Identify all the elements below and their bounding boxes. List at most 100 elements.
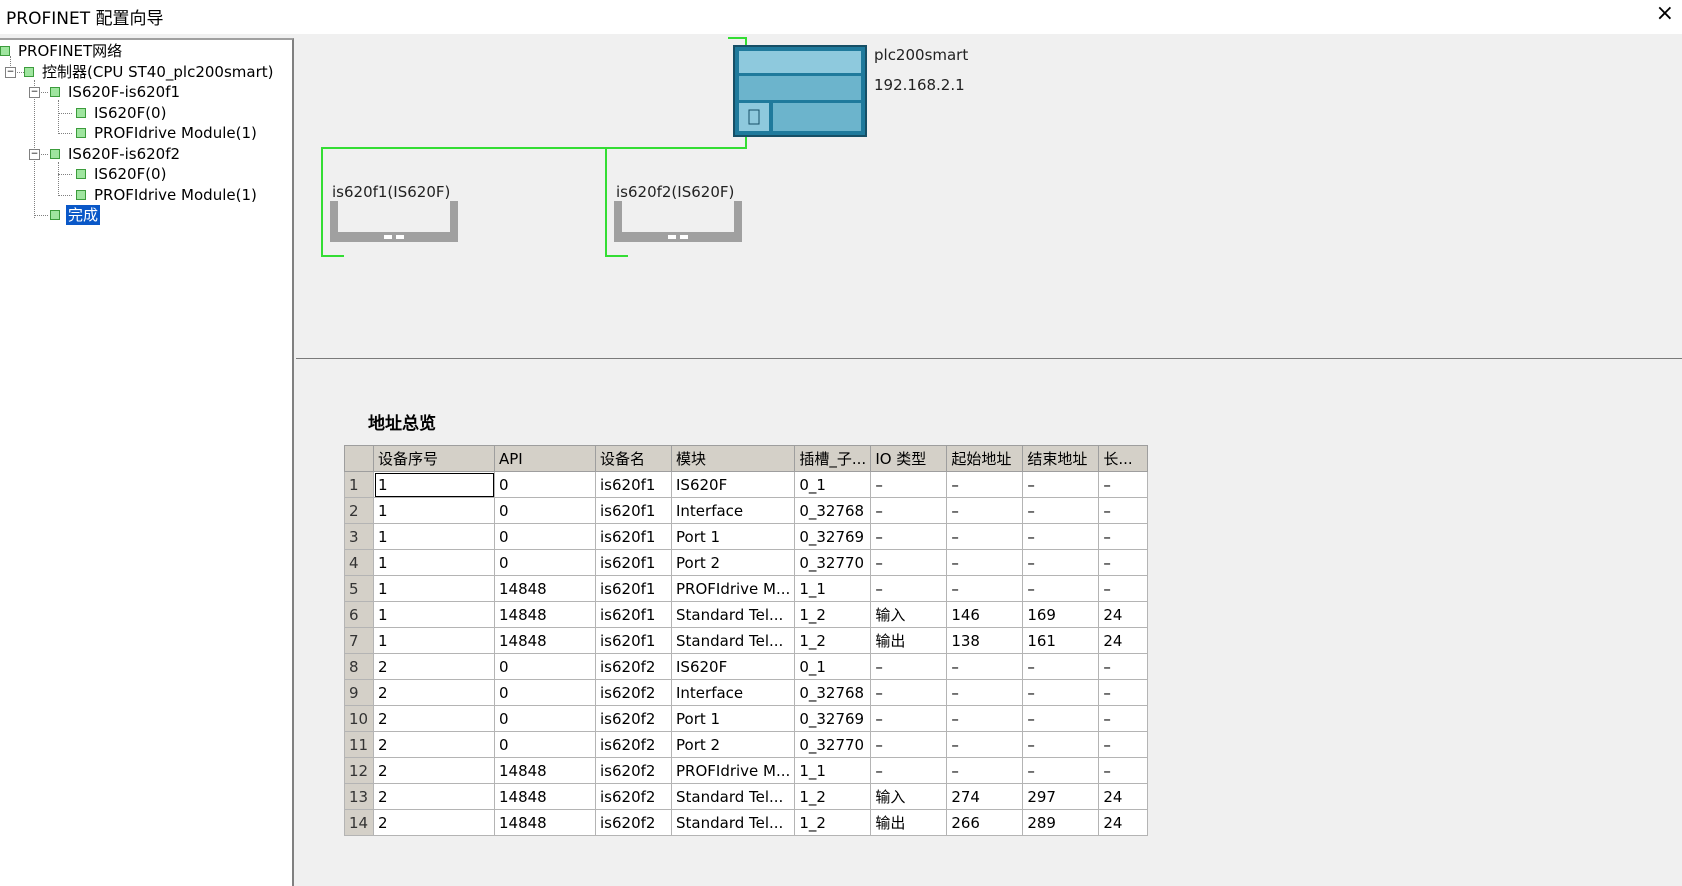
tree-item-is620f1-profidrive[interactable]: PROFIdrive Module(1): [76, 123, 259, 143]
table-cell[interactable]: is620f2: [595, 809, 672, 836]
table-cell[interactable]: 1: [373, 523, 495, 550]
table-cell[interactable]: 2: [373, 809, 495, 836]
table-cell[interactable]: –: [870, 679, 948, 706]
table-cell[interactable]: 266: [946, 809, 1024, 836]
table-cell[interactable]: 24: [1098, 809, 1149, 836]
row-header[interactable]: 7: [344, 627, 374, 654]
table-row[interactable]: 11 2 0 is620f2 Port 2 0_32770– – – –: [344, 731, 1149, 758]
table-cell[interactable]: 1_2: [794, 627, 872, 654]
column-header[interactable]: 设备名: [595, 445, 672, 472]
table-cell[interactable]: 0: [494, 705, 596, 732]
table-cell[interactable]: 297: [1022, 783, 1100, 810]
table-row[interactable]: 12 2 14848 is620f2 PROFIdrive M... 1_1– – – –: [344, 757, 1149, 784]
table-cell[interactable]: 0_32770: [794, 731, 872, 758]
table-cell[interactable]: 输入: [870, 601, 948, 628]
table-cell[interactable]: Standard Tel...: [670, 809, 796, 836]
table-cell[interactable]: –: [1022, 549, 1100, 576]
table-cell[interactable]: –: [946, 653, 1024, 680]
table-cell[interactable]: is620f1: [595, 549, 672, 576]
table-cell[interactable]: 1: [373, 575, 495, 602]
row-header[interactable]: 10: [344, 705, 374, 732]
table-cell[interactable]: 0: [494, 679, 596, 706]
table-cell[interactable]: 14848: [494, 601, 596, 628]
table-cell[interactable]: 1: [373, 627, 495, 654]
table-cell[interactable]: 146: [946, 601, 1024, 628]
table-row[interactable]: 13 2 14848 is620f2 Standard Tel... 1_2 输入 274 29…: [344, 783, 1149, 810]
table-cell[interactable]: –: [1022, 523, 1100, 550]
table-cell[interactable]: 2: [373, 757, 495, 784]
table-cell[interactable]: is620f1: [595, 471, 672, 498]
row-header[interactable]: 4: [344, 549, 374, 576]
table-cell[interactable]: is620f1: [595, 601, 672, 628]
table-cell[interactable]: 0_32770: [794, 549, 872, 576]
table-cell[interactable]: –: [870, 497, 948, 524]
device-is620f2[interactable]: [614, 201, 742, 242]
table-cell[interactable]: PROFIdrive M...: [670, 757, 796, 784]
table-cell[interactable]: 1: [373, 601, 495, 628]
table-cell[interactable]: –: [946, 471, 1024, 498]
table-cell[interactable]: IS620F: [670, 653, 796, 680]
column-header[interactable]: 插槽_子...: [794, 445, 872, 472]
table-cell[interactable]: Interface: [670, 679, 796, 706]
table-cell[interactable]: 0_1: [794, 471, 872, 498]
table-cell[interactable]: –: [946, 575, 1024, 602]
device-is620f1[interactable]: [330, 201, 458, 242]
column-header[interactable]: 模块: [670, 445, 796, 472]
table-cell[interactable]: 14848: [494, 627, 596, 654]
table-cell[interactable]: –: [1022, 575, 1100, 602]
column-header[interactable]: 起始地址: [946, 445, 1024, 472]
table-cell[interactable]: –: [1098, 471, 1149, 498]
table-cell[interactable]: 2: [373, 679, 495, 706]
table-cell[interactable]: –: [1098, 497, 1149, 524]
column-header[interactable]: API: [494, 445, 596, 472]
table-cell[interactable]: Standard Tel...: [670, 601, 796, 628]
table-cell[interactable]: 24: [1098, 627, 1149, 654]
table-cell[interactable]: –: [1098, 549, 1149, 576]
row-header[interactable]: 2: [344, 497, 374, 524]
row-header[interactable]: 12: [344, 757, 374, 784]
row-header[interactable]: 13: [344, 783, 374, 810]
table-cell[interactable]: 0: [494, 549, 596, 576]
table-cell[interactable]: 0_32769: [794, 705, 872, 732]
table-cell[interactable]: 274: [946, 783, 1024, 810]
table-cell[interactable]: –: [946, 549, 1024, 576]
table-cell[interactable]: –: [946, 705, 1024, 732]
table-row[interactable]: 5 1 14848 is620f1 PROFIdrive M... 1_1– – – –: [344, 575, 1149, 602]
table-cell[interactable]: is620f1: [595, 627, 672, 654]
table-row[interactable]: 3 1 0 is620f1 Port 1 0_32769– – – –: [344, 523, 1149, 550]
expander-is620f2[interactable]: −: [29, 149, 40, 160]
table-cell[interactable]: 0: [494, 497, 596, 524]
table-cell[interactable]: –: [1022, 679, 1100, 706]
table-cell[interactable]: –: [870, 549, 948, 576]
table-cell[interactable]: –: [946, 679, 1024, 706]
table-cell[interactable]: –: [870, 575, 948, 602]
table-cell[interactable]: 138: [946, 627, 1024, 654]
table-cell[interactable]: PROFIdrive M...: [670, 575, 796, 602]
table-cell[interactable]: 输出: [870, 627, 948, 654]
table-cell[interactable]: –: [1022, 471, 1100, 498]
table-cell[interactable]: 0: [494, 471, 596, 498]
table-row[interactable]: 6 1 14848 is620f1 Standard Tel... 1_2 输入 146 169…: [344, 601, 1149, 628]
table-cell[interactable]: 14848: [494, 575, 596, 602]
expander-controller[interactable]: −: [5, 67, 16, 78]
table-cell[interactable]: is620f2: [595, 757, 672, 784]
table-cell[interactable]: –: [1098, 653, 1149, 680]
table-row[interactable]: 9 2 0 is620f2 Interface 0_32768– – – –: [344, 679, 1149, 706]
table-cell[interactable]: –: [870, 705, 948, 732]
table-cell[interactable]: Standard Tel...: [670, 627, 796, 654]
tree-item-is620f2[interactable]: IS620F-is620f2: [50, 144, 182, 164]
table-cell[interactable]: 2: [373, 731, 495, 758]
row-header[interactable]: 14: [344, 809, 374, 836]
table-cell[interactable]: –: [946, 731, 1024, 758]
tree-item-is620f1-module0[interactable]: IS620F(0): [76, 103, 168, 123]
table-cell[interactable]: 0_32769: [794, 523, 872, 550]
table-cell[interactable]: is620f1: [595, 523, 672, 550]
table-row[interactable]: 4 1 0 is620f1 Port 2 0_32770– – – –: [344, 549, 1149, 576]
table-row[interactable]: 7 1 14848 is620f1 Standard Tel... 1_2 输出 138 161…: [344, 627, 1149, 654]
table-cell[interactable]: –: [1098, 523, 1149, 550]
table-cell[interactable]: 0: [494, 523, 596, 550]
table-row[interactable]: 10 2 0 is620f2 Port 1 0_32769– – – –: [344, 705, 1149, 732]
table-cell[interactable]: –: [870, 731, 948, 758]
table-cell[interactable]: 24: [1098, 601, 1149, 628]
table-cell[interactable]: 0_1: [794, 653, 872, 680]
